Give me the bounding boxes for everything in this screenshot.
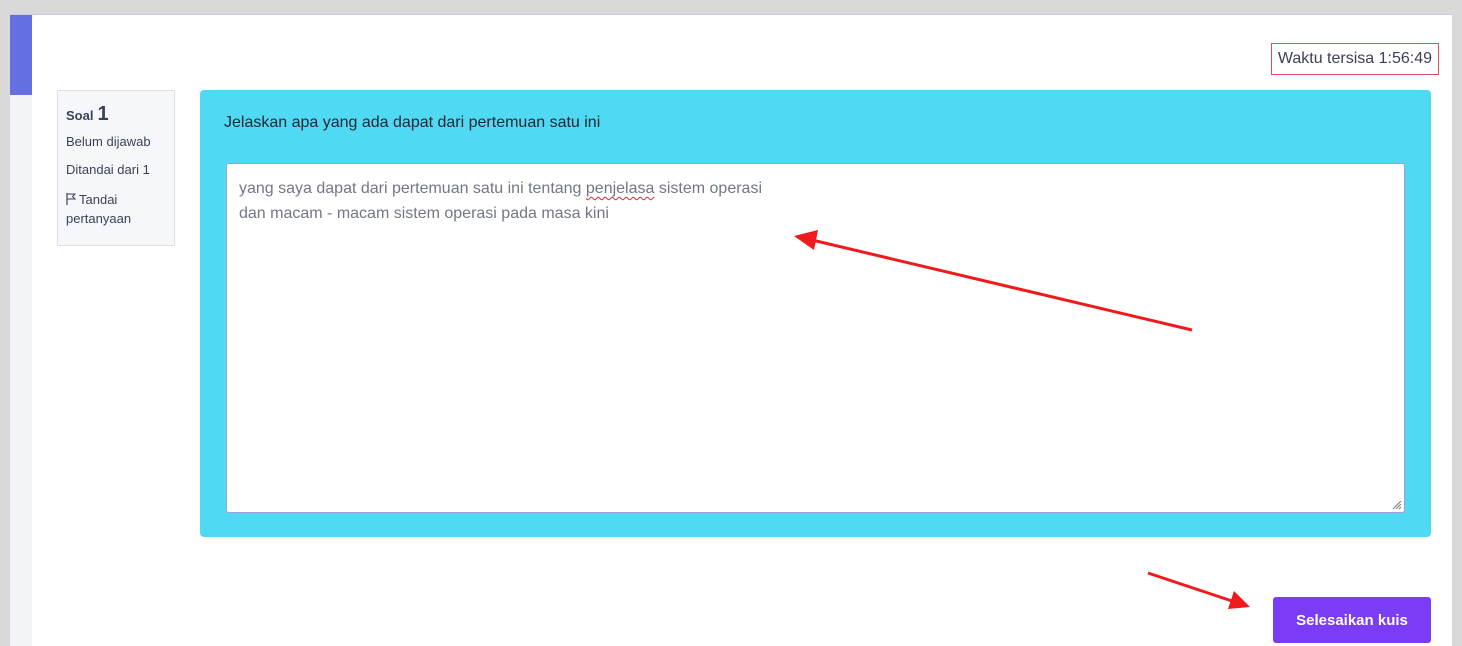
question-marks: Ditandai dari 1 [66,162,150,177]
quiz-card: Waktu tersisa 1:56:49 Soal 1 Belum dijaw… [32,15,1452,646]
screenshot-frame: Waktu tersisa 1:56:49 Soal 1 Belum dijaw… [0,0,1462,646]
resize-grip-icon[interactable] [1390,498,1402,510]
answer-text-part-1: yang saya dapat dari pertemuan satu ini … [239,180,586,197]
question-number: Soal 1 [66,103,166,126]
misspelled-word: penjelasa [585,180,655,197]
finish-quiz-button[interactable]: Selesaikan kuis [1273,597,1431,643]
answer-textarea[interactable]: yang saya dapat dari pertemuan satu ini … [226,163,1405,513]
question-text: Jelaskan apa yang ada dapat dari pertemu… [224,114,601,131]
flag-icon [66,193,76,205]
time-remaining: Waktu tersisa 1:56:49 [1270,43,1439,75]
question-panel: Jelaskan apa yang ada dapat dari pertemu… [200,90,1431,537]
answer-text-line-2: dan macam - macam sistem operasi pada ma… [239,205,609,222]
question-info-panel: Soal 1 Belum dijawab Ditandai dari 1 Tan… [57,90,175,246]
answer-text-part-2: sistem operasi [654,180,762,197]
question-number-value: 1 [97,103,109,125]
question-label: Soal [66,108,94,123]
quiz-page: Waktu tersisa 1:56:49 Soal 1 Belum dijaw… [10,14,1452,646]
answer-status: Belum dijawab [66,134,151,149]
flag-question-link[interactable]: Tandai pertanyaan [66,190,166,228]
sidebar-accent [10,15,32,95]
